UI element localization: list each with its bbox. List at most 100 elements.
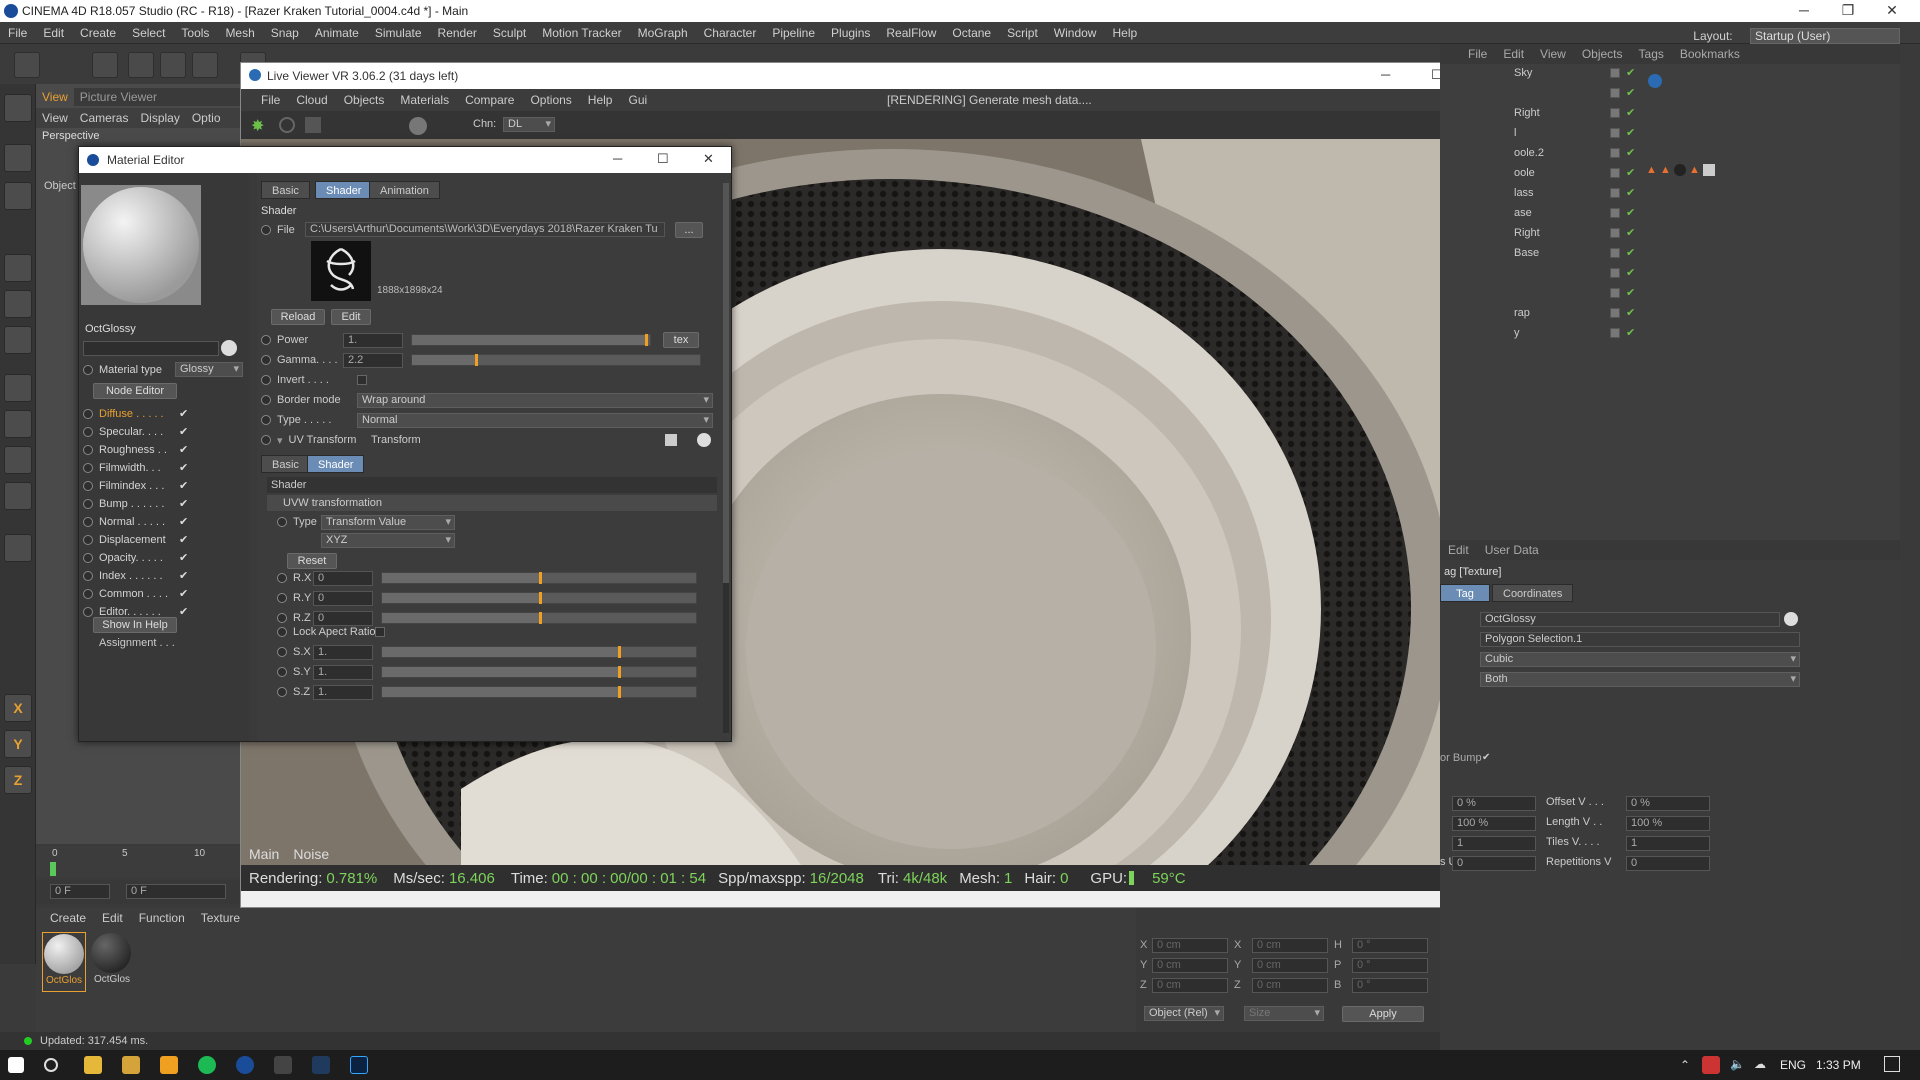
edit-visibility-icon[interactable] — [1610, 128, 1620, 138]
object-row[interactable]: ase ✔ — [1440, 204, 1900, 224]
tweak-icon[interactable] — [4, 410, 32, 438]
channel-row[interactable]: Index . . . . . . ✔ — [83, 567, 243, 584]
right-panel-tabs[interactable] — [1900, 44, 1920, 1040]
vp-menu-view[interactable]: View — [36, 108, 74, 128]
side-dropdown[interactable]: Both — [1480, 672, 1800, 687]
menu-plugins[interactable]: Plugins — [823, 22, 878, 44]
channel-radio[interactable] — [83, 408, 93, 419]
texture-thumbnail[interactable] — [311, 241, 371, 301]
lv-menu-gui[interactable]: Gui — [620, 89, 655, 111]
edit-visibility-icon[interactable] — [1610, 248, 1620, 258]
om-menu-view[interactable]: View — [1532, 44, 1574, 64]
rot-radio[interactable] — [277, 613, 287, 623]
menu-animate[interactable]: Animate — [307, 22, 367, 44]
scale-slider[interactable] — [381, 666, 697, 678]
chrome-icon[interactable] — [84, 1056, 102, 1074]
uv-transform-radio[interactable] — [261, 435, 271, 445]
tiles-v-field[interactable]: 1 — [1626, 836, 1710, 851]
enable-check[interactable]: ✔ — [1626, 246, 1635, 259]
menu-render[interactable]: Render — [430, 22, 485, 44]
tray-app-icon[interactable] — [1702, 1056, 1720, 1074]
me-minimize-icon[interactable]: ─ — [613, 151, 622, 166]
clock[interactable]: 1:33 PM — [1816, 1058, 1861, 1072]
length-v-field[interactable]: 100 % — [1626, 816, 1710, 831]
material-tag-icon[interactable] — [1702, 164, 1715, 177]
lv-menu-cloud[interactable]: Cloud — [288, 89, 335, 111]
current-frame-field[interactable]: 0 F — [50, 884, 110, 899]
edit-visibility-icon[interactable] — [1610, 188, 1620, 198]
edit-visibility-icon[interactable] — [1610, 88, 1620, 98]
rot-radio[interactable] — [277, 593, 287, 603]
grid-icon[interactable] — [4, 534, 32, 562]
enable-check[interactable]: ✔ — [1626, 226, 1635, 239]
om-menu-objects[interactable]: Objects — [1574, 44, 1631, 64]
vp-menu-display[interactable]: Display — [134, 108, 185, 128]
channel-row[interactable]: Roughness . . ✔ — [83, 441, 243, 458]
edit-visibility-icon[interactable] — [1610, 68, 1620, 78]
action-center-icon[interactable] — [1884, 1056, 1900, 1072]
enable-check[interactable]: ✔ — [1626, 146, 1635, 159]
object-row[interactable]: Right ✔ — [1440, 224, 1900, 244]
enable-check[interactable]: ✔ — [1626, 166, 1635, 179]
gamma-field[interactable]: 2.2 — [343, 353, 403, 368]
z-axis-lock-icon[interactable]: Z — [4, 766, 32, 794]
size-field[interactable]: 0 cm — [1252, 957, 1328, 973]
channel-radio[interactable] — [83, 552, 93, 563]
scale-radio[interactable] — [277, 687, 287, 697]
lv-menu-objects[interactable]: Objects — [336, 89, 393, 111]
channel-radio[interactable] — [83, 426, 93, 437]
material-field[interactable]: OctGlossy — [1480, 612, 1780, 627]
offset-v-field[interactable]: 0 % — [1626, 796, 1710, 811]
uvw-type-radio[interactable] — [277, 517, 287, 527]
lv-menu-compare[interactable]: Compare — [457, 89, 522, 111]
enable-check[interactable]: ✔ — [1626, 306, 1635, 319]
channel-radio[interactable] — [83, 588, 93, 599]
scale-slider-handle[interactable] — [617, 646, 621, 658]
workplane-icon[interactable] — [4, 182, 32, 210]
object-row[interactable]: rap ✔ — [1440, 304, 1900, 324]
offset-u-field[interactable]: 0 % — [1452, 796, 1536, 811]
power-radio[interactable] — [261, 335, 271, 345]
edit-visibility-icon[interactable] — [1610, 168, 1620, 178]
cinema4d-taskbar-icon[interactable] — [236, 1056, 254, 1074]
channel-checkbox[interactable]: ✔ — [179, 407, 188, 420]
channel-row[interactable]: Displacement ✔ — [83, 531, 243, 548]
attr-menu-user-data[interactable]: User Data — [1477, 543, 1547, 557]
language-indicator[interactable]: ENG — [1780, 1058, 1806, 1072]
rot-radio[interactable] — [277, 573, 287, 583]
om-menu-tags[interactable]: Tags — [1631, 44, 1672, 64]
rot-field[interactable]: 0 — [313, 571, 373, 586]
audition-icon[interactable] — [312, 1056, 330, 1074]
undo-icon[interactable] — [14, 52, 40, 78]
menu-sculpt[interactable]: Sculpt — [485, 22, 534, 44]
rot-slider-handle[interactable] — [539, 572, 542, 584]
menu-simulate[interactable]: Simulate — [367, 22, 430, 44]
menu-script[interactable]: Script — [999, 22, 1046, 44]
menu-realflow[interactable]: RealFlow — [878, 22, 944, 44]
send-scene-icon[interactable]: ✸ — [251, 116, 269, 135]
uvw-transformation-header[interactable]: UVW transformation — [267, 495, 717, 511]
x-axis-lock-icon[interactable]: X — [4, 694, 32, 722]
channel-checkbox[interactable]: ✔ — [179, 443, 188, 456]
live-selection-icon[interactable] — [92, 52, 118, 78]
texture-mode-icon[interactable] — [4, 144, 32, 172]
repetitions-u-field[interactable]: 0 — [1452, 856, 1536, 871]
restart-render-icon[interactable] — [279, 117, 295, 133]
move-icon[interactable] — [128, 52, 154, 78]
snap-icon[interactable] — [4, 446, 32, 474]
texture-tag-icon[interactable]: ▲ — [1689, 164, 1700, 176]
tex-button[interactable]: tex — [663, 332, 699, 348]
position-field[interactable]: 0 cm — [1152, 937, 1228, 953]
lv-menu-file[interactable]: File — [241, 89, 288, 111]
axis-icon[interactable] — [4, 374, 32, 402]
position-field[interactable]: 0 cm — [1152, 977, 1228, 993]
rotate-icon[interactable] — [192, 52, 218, 78]
scale-slider[interactable] — [381, 646, 697, 658]
object-row[interactable]: ✔ — [1440, 84, 1900, 104]
selection-field[interactable]: Polygon Selection.1 — [1480, 632, 1800, 647]
lv-menu-materials[interactable]: Materials — [392, 89, 457, 111]
scale-slider-handle[interactable] — [617, 666, 621, 678]
type-radio[interactable] — [261, 415, 271, 425]
menu-edit[interactable]: Edit — [35, 22, 72, 44]
lv-minimize-icon[interactable]: ─ — [1381, 67, 1390, 82]
